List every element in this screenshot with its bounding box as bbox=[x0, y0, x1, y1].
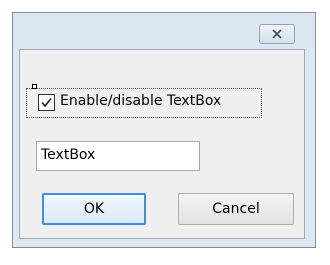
checkbox-label[interactable]: Enable/disable TextBox bbox=[60, 91, 221, 111]
cancel-button[interactable]: Cancel bbox=[178, 193, 294, 225]
textbox-input[interactable]: TextBox bbox=[36, 141, 200, 171]
close-button[interactable] bbox=[259, 24, 295, 44]
title-bar bbox=[13, 13, 315, 49]
close-icon bbox=[272, 29, 282, 39]
ok-button[interactable]: OK bbox=[42, 193, 146, 225]
enable-textbox-checkbox[interactable] bbox=[38, 94, 55, 111]
selection-handle bbox=[32, 84, 37, 89]
checkmark-icon bbox=[41, 98, 52, 108]
